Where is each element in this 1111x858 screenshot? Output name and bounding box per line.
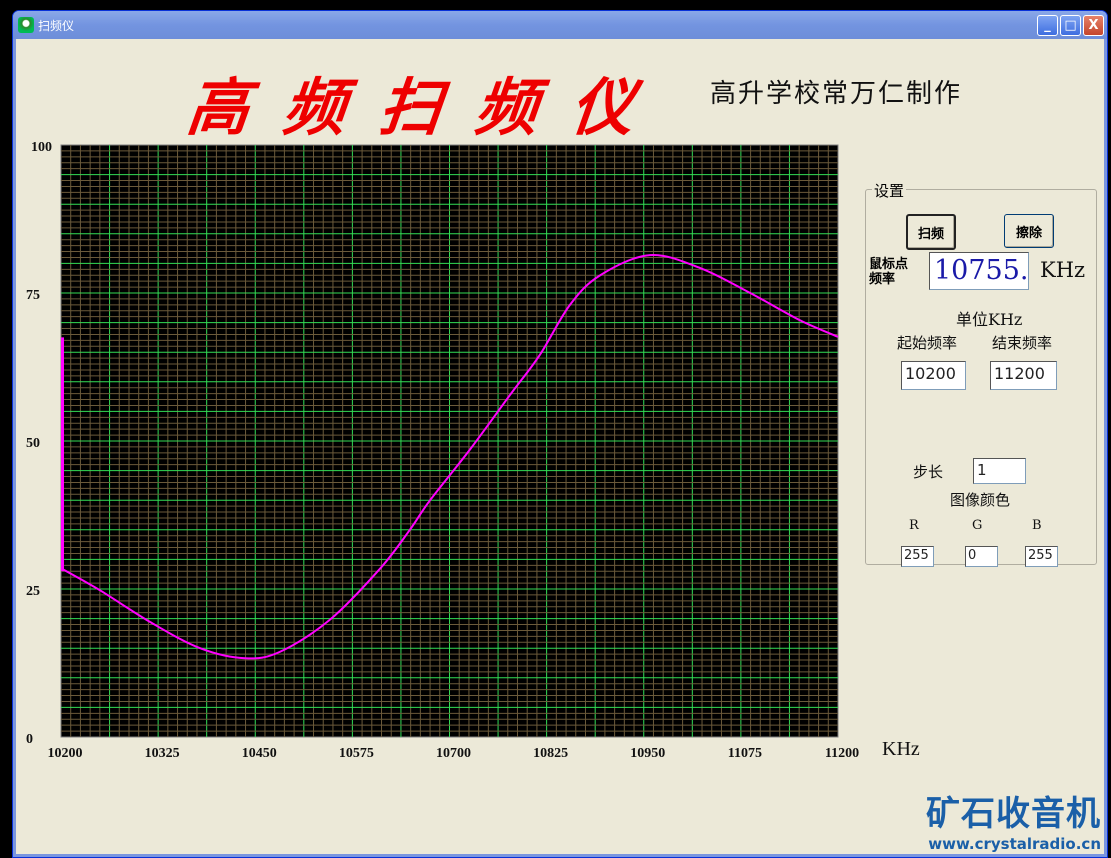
x-tick-label: 10200 [48, 746, 83, 761]
x-tick-label: 10575 [339, 746, 374, 761]
x-tick-label: 11075 [728, 746, 762, 761]
y-tick-label: 75 [26, 288, 40, 303]
x-axis-unit-label: KHz [882, 738, 920, 760]
x-tick-label: 11200 [825, 746, 859, 761]
x-tick-label: 10700 [436, 746, 471, 761]
y-tick-label: 100 [31, 140, 52, 155]
y-tick-label: 50 [26, 436, 40, 451]
x-tick-label: 10450 [242, 746, 277, 761]
y-tick-label: 25 [26, 584, 40, 599]
x-tick-label: 10325 [145, 746, 180, 761]
y-tick-label: 0 [26, 732, 33, 747]
x-tick-label: 10825 [533, 746, 568, 761]
x-tick-label: 10950 [630, 746, 665, 761]
sweep-chart[interactable]: 10200 10325 10450 10575 10700 10825 10950 11075… [0, 0, 1111, 857]
